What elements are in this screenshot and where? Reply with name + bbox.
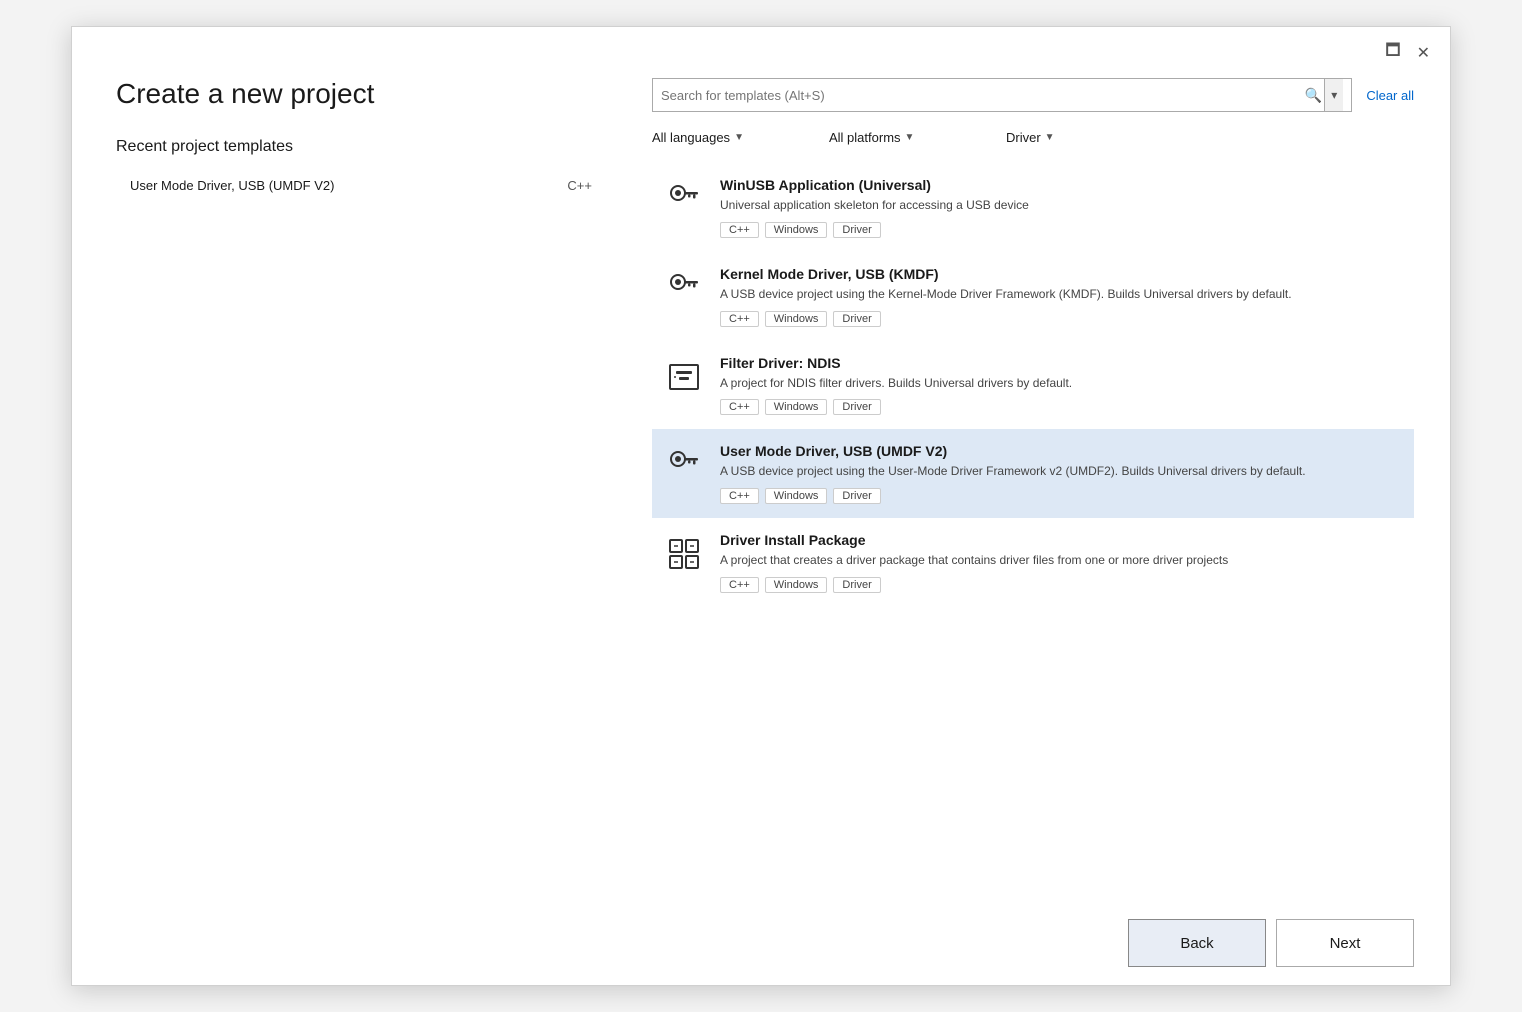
template-info: WinUSB Application (Universal) Universal… — [720, 177, 1402, 238]
template-icon — [664, 534, 704, 574]
template-tag: Windows — [765, 488, 828, 504]
close-button[interactable]: ✕ — [1411, 37, 1436, 68]
template-tags: C++ Windows Driver — [720, 399, 1402, 415]
template-tag: Windows — [765, 222, 828, 238]
template-desc: A USB device project using the User-Mode… — [720, 463, 1402, 480]
recent-templates-title: Recent project templates — [116, 138, 596, 156]
template-desc: A project for NDIS filter drivers. Build… — [720, 375, 1402, 392]
template-item[interactable]: User Mode Driver, USB (UMDF V2) A USB de… — [652, 429, 1414, 518]
template-tags: C++ Windows Driver — [720, 222, 1402, 238]
template-tag: Windows — [765, 577, 828, 593]
template-tag: Driver — [833, 311, 880, 327]
maximize-button[interactable]: 🗖 — [1379, 37, 1406, 68]
template-info: User Mode Driver, USB (UMDF V2) A USB de… — [720, 443, 1402, 504]
template-name: Kernel Mode Driver, USB (KMDF) — [720, 266, 1402, 282]
template-desc: A project that creates a driver package … — [720, 552, 1402, 569]
template-info: Kernel Mode Driver, USB (KMDF) A USB dev… — [720, 266, 1402, 327]
template-tag: Windows — [765, 311, 828, 327]
template-desc: A USB device project using the Kernel-Mo… — [720, 286, 1402, 303]
template-tag: Driver — [833, 222, 880, 238]
recent-item-lang: C++ — [567, 178, 592, 193]
recent-item-name: User Mode Driver, USB (UMDF V2) — [130, 178, 557, 193]
page-title: Create a new project — [116, 78, 596, 110]
back-button[interactable]: Back — [1128, 919, 1266, 967]
template-icon — [664, 357, 704, 397]
template-tags: C++ Windows Driver — [720, 577, 1402, 593]
search-dropdown-button[interactable]: ▾ — [1324, 79, 1343, 111]
template-item[interactable]: Driver Install Package A project that cr… — [652, 518, 1414, 607]
type-filter-arrow: ▼ — [1045, 132, 1055, 143]
template-tag: C++ — [720, 311, 759, 327]
template-tag: C++ — [720, 577, 759, 593]
template-icon — [664, 268, 704, 308]
template-name: Driver Install Package — [720, 532, 1402, 548]
template-name: User Mode Driver, USB (UMDF V2) — [720, 443, 1402, 459]
template-info: Driver Install Package A project that cr… — [720, 532, 1402, 593]
template-icon — [664, 445, 704, 485]
template-tag: Driver — [833, 577, 880, 593]
template-desc: Universal application skeleton for acces… — [720, 197, 1402, 214]
template-tags: C++ Windows Driver — [720, 488, 1402, 504]
template-tags: C++ Windows Driver — [720, 311, 1402, 327]
template-name: WinUSB Application (Universal) — [720, 177, 1402, 193]
template-item[interactable]: Filter Driver: NDIS A project for NDIS f… — [652, 341, 1414, 430]
search-input[interactable] — [661, 88, 1305, 103]
clear-all-button[interactable]: Clear all — [1366, 88, 1414, 103]
recent-item[interactable]: User Mode Driver, USB (UMDF V2) C++ — [116, 170, 596, 201]
template-list: WinUSB Application (Universal) Universal… — [652, 163, 1414, 901]
next-button[interactable]: Next — [1276, 919, 1414, 967]
template-tag: C++ — [720, 399, 759, 415]
type-filter-label: Driver — [1006, 130, 1041, 145]
template-item[interactable]: WinUSB Application (Universal) Universal… — [652, 163, 1414, 252]
main-content: Create a new project Recent project temp… — [72, 68, 1450, 901]
filter-row: All languages ▼ All platforms ▼ Driver ▼ — [652, 126, 1414, 149]
create-project-dialog: 🗖 ✕ Create a new project Recent project … — [71, 26, 1451, 986]
title-bar: 🗖 ✕ — [72, 27, 1450, 68]
template-item[interactable]: Kernel Mode Driver, USB (KMDF) A USB dev… — [652, 252, 1414, 341]
platform-filter-label: All platforms — [829, 130, 901, 145]
language-filter[interactable]: All languages ▼ — [652, 126, 812, 149]
search-row: 🔍 ▾ Clear all — [652, 78, 1414, 112]
search-icon: 🔍 — [1305, 87, 1322, 104]
template-tag: C++ — [720, 488, 759, 504]
language-filter-arrow: ▼ — [734, 132, 744, 143]
template-info: Filter Driver: NDIS A project for NDIS f… — [720, 355, 1402, 416]
language-filter-label: All languages — [652, 130, 730, 145]
template-name: Filter Driver: NDIS — [720, 355, 1402, 371]
search-box: 🔍 ▾ — [652, 78, 1352, 112]
recent-templates-list: User Mode Driver, USB (UMDF V2) C++ — [116, 170, 596, 881]
right-panel: 🔍 ▾ Clear all All languages ▼ All platfo… — [632, 68, 1450, 901]
platform-filter[interactable]: All platforms ▼ — [829, 126, 989, 149]
left-panel: Create a new project Recent project temp… — [72, 68, 632, 901]
platform-filter-arrow: ▼ — [905, 132, 915, 143]
template-tag: Driver — [833, 399, 880, 415]
template-tag: C++ — [720, 222, 759, 238]
type-filter[interactable]: Driver ▼ — [1006, 126, 1166, 149]
footer: Back Next — [72, 901, 1450, 985]
template-icon — [664, 179, 704, 219]
template-tag: Driver — [833, 488, 880, 504]
template-tag: Windows — [765, 399, 828, 415]
